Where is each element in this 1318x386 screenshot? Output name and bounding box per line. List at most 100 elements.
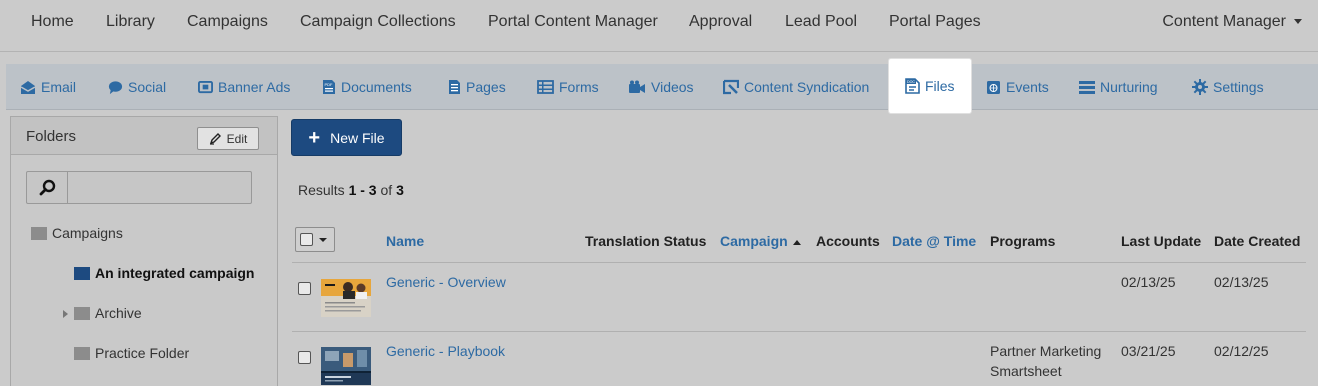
- new-file-label: New File: [330, 129, 385, 146]
- folder-campaigns[interactable]: Campaigns: [31, 225, 123, 241]
- sort-ascending-icon: [792, 239, 801, 245]
- list-icon: [1079, 80, 1095, 94]
- edit-folders-button[interactable]: Edit: [197, 127, 259, 150]
- tab-social[interactable]: Social: [108, 64, 166, 110]
- select-all-checkbox[interactable]: [300, 233, 313, 246]
- caret-down-icon: [319, 237, 327, 242]
- programs-cell: Partner Marketing: [990, 343, 1102, 359]
- file-thumbnail[interactable]: [321, 279, 371, 317]
- nav-campaigns[interactable]: Campaigns: [187, 13, 268, 31]
- nav-campaign-collections[interactable]: Campaign Collections: [300, 13, 456, 31]
- edit-label: Edit: [226, 131, 248, 146]
- programs-cell: Smartsheet: [990, 363, 1062, 379]
- row-checkbox[interactable]: [298, 351, 311, 364]
- search-button[interactable]: [27, 172, 68, 203]
- folder-label: An integrated campaign: [95, 265, 255, 281]
- expand-arrow-icon[interactable]: [63, 310, 68, 318]
- column-header-date-created: Date Created: [1214, 233, 1301, 249]
- banner-icon: [198, 80, 213, 93]
- folder-search: [26, 171, 252, 204]
- last-update-cell: 02/13/25: [1121, 274, 1176, 290]
- column-header-name[interactable]: Name: [386, 233, 424, 249]
- video-camera-icon: [629, 80, 645, 93]
- file-thumbnail[interactable]: [321, 347, 371, 385]
- tab-label: Nurturing: [1100, 79, 1158, 95]
- calendar-globe-icon: [987, 81, 1000, 94]
- nav-approval[interactable]: Approval: [689, 13, 752, 31]
- column-header-campaign[interactable]: Campaign: [720, 233, 801, 249]
- date-created-cell: 02/12/25: [1214, 343, 1269, 359]
- folder-archive[interactable]: Archive: [74, 305, 142, 321]
- row-divider: [292, 331, 1306, 332]
- plus-icon: +: [308, 126, 321, 149]
- form-icon: [537, 80, 554, 94]
- tab-label: Settings: [1213, 79, 1264, 95]
- svg-text:PDF: PDF: [325, 82, 334, 87]
- nav-home[interactable]: Home: [31, 13, 74, 31]
- folder-search-input[interactable]: [69, 172, 251, 203]
- tab-label: Pages: [466, 79, 506, 95]
- tab-forms[interactable]: Forms: [537, 64, 599, 110]
- nav-library[interactable]: Library: [106, 13, 155, 31]
- nav-lead-pool[interactable]: Lead Pool: [785, 13, 857, 31]
- folder-practice-folder[interactable]: Practice Folder: [74, 345, 189, 361]
- tab-label: Files: [925, 78, 955, 94]
- results-count: Results 1 - 3 of 3: [298, 182, 404, 198]
- folder-icon: [74, 346, 90, 360]
- top-navigation: Home Library Campaigns Campaign Collecti…: [0, 0, 1318, 52]
- select-all-dropdown[interactable]: [295, 227, 335, 252]
- tab-videos[interactable]: Videos: [628, 64, 694, 110]
- gear-icon: [1192, 79, 1208, 95]
- content-type-tabs: Email Social Banner Ads PDF Documents Pa…: [6, 59, 1318, 113]
- folder-label: Archive: [95, 305, 142, 321]
- column-header-date-time[interactable]: Date @ Time: [892, 233, 976, 249]
- tab-label: Banner Ads: [218, 79, 291, 95]
- doc-file-icon: DOC: [905, 78, 920, 94]
- pencil-icon: [209, 132, 221, 145]
- date-created-cell: 02/13/25: [1214, 274, 1269, 290]
- nav-portal-pages[interactable]: Portal Pages: [889, 13, 981, 31]
- tab-files[interactable]: DOC Files: [889, 59, 971, 113]
- new-file-button[interactable]: + New File: [291, 119, 402, 156]
- nav-portal-content-manager[interactable]: Portal Content Manager: [488, 13, 658, 31]
- tab-label: Social: [128, 79, 167, 95]
- folder-icon: [31, 226, 47, 240]
- tab-nurturing[interactable]: Nurturing: [1079, 64, 1158, 110]
- tab-banner-ads[interactable]: Banner Ads: [198, 64, 290, 110]
- tab-label: Forms: [559, 79, 599, 95]
- page-icon: [449, 80, 460, 94]
- tab-label: Documents: [341, 79, 412, 95]
- tab-events[interactable]: Events: [986, 64, 1049, 110]
- syndication-icon: [723, 79, 739, 95]
- row-checkbox[interactable]: [298, 282, 311, 295]
- speech-bubble-icon: [108, 80, 123, 94]
- column-header-translation-status: Translation Status: [585, 233, 707, 249]
- folders-header: Folders Edit: [11, 117, 277, 155]
- folder-label: Campaigns: [52, 225, 123, 241]
- user-menu-label: Content Manager: [1162, 13, 1286, 30]
- email-icon: [20, 81, 36, 94]
- tab-label: Videos: [651, 79, 694, 95]
- tab-email[interactable]: Email: [20, 64, 76, 110]
- tab-settings[interactable]: Settings: [1192, 64, 1264, 110]
- tab-label: Events: [1006, 79, 1049, 95]
- column-header-last-update: Last Update: [1121, 233, 1202, 249]
- column-header-accounts: Accounts: [816, 233, 880, 249]
- folder-label: Practice Folder: [95, 345, 190, 361]
- tab-content-syndication[interactable]: Content Syndication: [723, 64, 869, 110]
- tab-documents[interactable]: PDF Documents: [322, 64, 412, 110]
- caret-down-icon: [1294, 19, 1302, 25]
- folders-title: Folders: [26, 128, 77, 145]
- file-name-link[interactable]: Generic - Overview: [386, 272, 506, 292]
- folders-panel: Folders Edit Campaigns An integrated cam…: [10, 116, 278, 386]
- last-update-cell: 03/21/25: [1121, 343, 1176, 359]
- folder-an-integrated-campaign[interactable]: An integrated campaign: [74, 265, 254, 281]
- file-name-link[interactable]: Generic - Playbook: [386, 341, 505, 361]
- column-header-programs: Programs: [990, 233, 1056, 249]
- row-divider: [292, 262, 1306, 263]
- search-icon: [39, 179, 55, 196]
- user-menu[interactable]: Content Manager: [1162, 13, 1302, 31]
- tab-pages[interactable]: Pages: [448, 64, 506, 110]
- pdf-document-icon: PDF: [323, 80, 335, 94]
- folder-icon: [74, 266, 90, 280]
